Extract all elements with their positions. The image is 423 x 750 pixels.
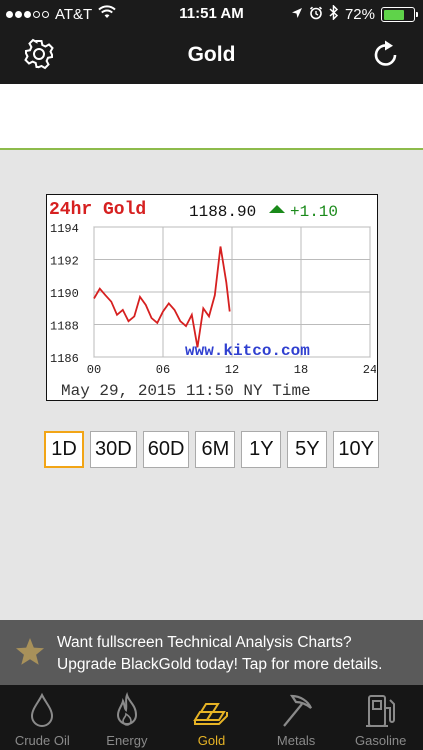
range-button-60d[interactable]: 60D [142, 431, 190, 468]
tab-metals[interactable]: Metals [254, 685, 339, 750]
gold-price-chart: 24hr Gold 1188.90 +1.10 1186 1188 1190 1192… [46, 194, 378, 401]
chart-title: 24hr Gold [49, 200, 146, 220]
tab-label: Energy [106, 733, 148, 748]
up-arrow-icon [269, 205, 285, 213]
y-tick-label: 1188 [50, 320, 79, 334]
y-tick-label: 1192 [50, 255, 79, 269]
range-button-1y[interactable]: 1Y [241, 431, 282, 468]
chart-timestamp: May 29, 2015 11:50 NY Time [61, 382, 311, 399]
bluetooth-icon [329, 4, 339, 24]
tab-label: Gasoline [355, 733, 407, 748]
x-tick-label: 12 [225, 363, 239, 377]
range-button-6m[interactable]: 6M [195, 431, 236, 468]
status-right: 72% [291, 4, 418, 24]
location-arrow-icon [291, 6, 303, 23]
status-bar: AT&T 11:51 AM 72% [0, 0, 423, 28]
navigation-bar: Gold [0, 28, 423, 84]
y-tick-label: 1186 [50, 352, 79, 366]
refresh-icon [371, 39, 401, 74]
range-button-1d[interactable]: 1D [44, 431, 84, 468]
tab-label: Crude Oil [14, 733, 70, 748]
chart-watermark: www.kitco.com [185, 342, 310, 360]
x-tick-label: 18 [294, 363, 308, 377]
range-button-5y[interactable]: 5Y [287, 431, 328, 468]
battery-percent: 72% [344, 6, 375, 23]
alarm-clock-icon [309, 6, 323, 24]
price-series-line [93, 246, 231, 348]
battery-level-fill [383, 9, 405, 20]
gas-pump-icon [338, 691, 423, 731]
page-title: Gold [187, 43, 236, 66]
oil-drop-icon [0, 691, 85, 731]
ad-banner [0, 84, 423, 150]
tab-label: Metals [276, 733, 316, 748]
chart-price: 1188.90 [189, 203, 256, 221]
promo-line-2: Upgrade BlackGold today! Tap for more de… [57, 656, 383, 673]
tab-bar: Crude Oil Energy Gold Metals Gasoline [0, 685, 423, 750]
promo-line-1: Want fullscreen Technical Analysis Chart… [57, 634, 352, 651]
tab-gasoline[interactable]: Gasoline [338, 685, 423, 750]
y-tick-label: 1194 [50, 222, 79, 236]
tab-gold[interactable]: Gold [169, 685, 254, 750]
x-tick-label: 24 [363, 363, 376, 377]
pickaxe-icon [254, 691, 339, 731]
gold-bars-icon [169, 691, 254, 731]
upgrade-promo-banner[interactable]: Want fullscreen Technical Analysis Chart… [0, 620, 423, 685]
range-button-30d[interactable]: 30D [90, 431, 137, 468]
y-tick-label: 1190 [50, 287, 79, 301]
flame-icon [85, 691, 170, 731]
battery-icon [381, 7, 418, 22]
chart-svg: 24hr Gold 1188.90 +1.10 1186 1188 1190 1192… [49, 200, 376, 399]
range-selector: 1D 30D 60D 6M 1Y 5Y 10Y [44, 431, 379, 468]
x-tick-label: 06 [156, 363, 170, 377]
x-tick-label: 00 [87, 363, 101, 377]
tab-energy[interactable]: Energy [85, 685, 170, 750]
promo-text: Want fullscreen Technical Analysis Chart… [57, 632, 382, 676]
star-icon [14, 636, 46, 673]
tab-crude-oil[interactable]: Crude Oil [0, 685, 85, 750]
chart-change: +1.10 [290, 203, 338, 221]
tab-label: Gold [197, 733, 226, 748]
range-button-10y[interactable]: 10Y [333, 431, 379, 468]
refresh-button[interactable] [368, 38, 404, 74]
